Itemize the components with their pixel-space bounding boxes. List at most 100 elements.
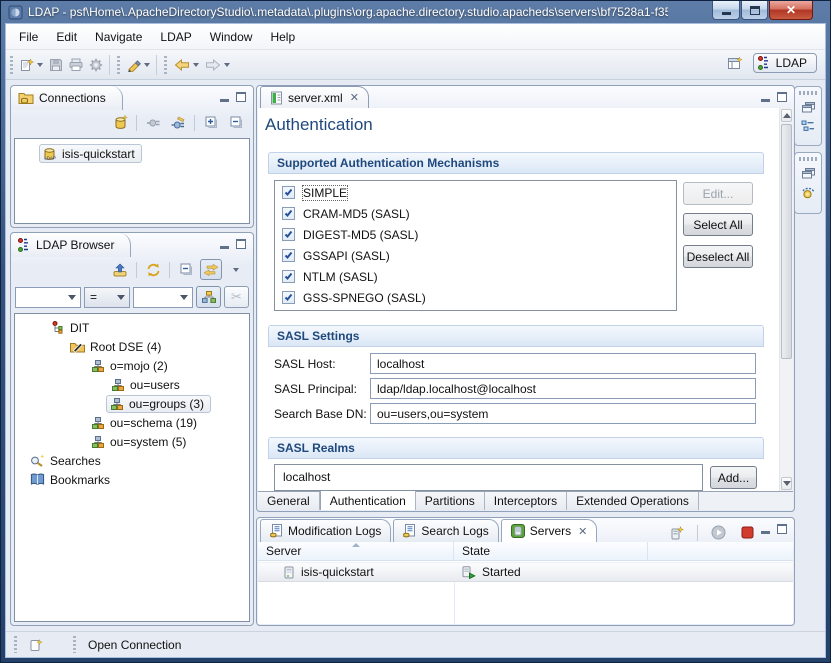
restore-view-button[interactable] — [802, 102, 815, 113]
checkbox-checked[interactable] — [282, 228, 295, 241]
collapse-all-button[interactable] — [225, 112, 247, 133]
collapse-all-button[interactable] — [175, 259, 197, 280]
quick-search-run-button[interactable] — [196, 286, 221, 308]
minimize-view-icon[interactable] — [761, 99, 770, 102]
toolbar-grip[interactable] — [164, 56, 167, 74]
sasl-realms-list[interactable]: localhost — [274, 464, 703, 491]
menu-ldap[interactable]: LDAP — [151, 26, 200, 48]
tab-servers[interactable]: Servers ✕ — [501, 519, 598, 542]
toolbar-grip[interactable] — [117, 56, 120, 74]
tree-item-searches[interactable]: Searches — [15, 451, 249, 470]
title-bar[interactable]: LDAP - psf\Home\.ApacheDirectoryStudio\.… — [1, 1, 830, 23]
mechanism-row[interactable]: NTLM (SASL) — [275, 267, 676, 286]
drag-handle[interactable] — [799, 157, 817, 161]
drag-handle[interactable] — [799, 91, 817, 95]
menu-navigate[interactable]: Navigate — [86, 26, 151, 48]
add-realm-button[interactable]: Add... — [710, 466, 757, 489]
tree-item-o-mojo[interactable]: o=mojo (2) — [15, 356, 249, 375]
server-row[interactable]: isis-quickstart Started — [258, 562, 793, 582]
view-menu-button[interactable] — [225, 259, 247, 280]
expand-all-button[interactable] — [200, 112, 222, 133]
tree-item-ou-schema[interactable]: ou=schema (19) — [15, 413, 249, 432]
connection-item[interactable]: LDAP isis-quickstart — [39, 144, 249, 163]
stop-server-button[interactable] — [736, 522, 758, 543]
status-grip[interactable] — [73, 636, 76, 653]
status-grip[interactable] — [14, 636, 17, 653]
sasl-host-field[interactable] — [370, 353, 756, 374]
mechanisms-section-header[interactable]: Supported Authentication Mechanisms — [268, 152, 764, 174]
up-one-level-button[interactable] — [109, 259, 131, 280]
tab-authentication[interactable]: Authentication — [320, 491, 416, 510]
editor-scrollbar[interactable] — [779, 108, 793, 491]
checkbox-checked[interactable] — [282, 291, 295, 304]
mechanism-row[interactable]: GSSAPI (SASL) — [275, 246, 676, 265]
editor-tab-server-xml[interactable]: server.xml ✕ — [260, 86, 369, 108]
close-button[interactable]: ✕ — [769, 1, 813, 20]
search-base-dn-field[interactable] — [370, 403, 756, 424]
tree-item-ou-groups[interactable]: ou=groups (3) — [15, 394, 249, 413]
sasl-realms-section-header[interactable]: SASL Realms — [268, 437, 764, 459]
minimize-view-icon[interactable] — [220, 99, 229, 102]
run-server-button[interactable] — [707, 522, 729, 543]
ldap-browser-view-tab[interactable]: LDAP Browser — [11, 233, 131, 257]
close-icon[interactable]: ✕ — [578, 525, 587, 538]
tab-modification-logs[interactable]: Modification Logs — [260, 519, 391, 542]
tree-item-dit[interactable]: DIT — [15, 318, 249, 337]
tab-partitions[interactable]: Partitions — [416, 492, 485, 510]
quick-search-value-combo[interactable] — [133, 287, 193, 308]
search-button[interactable] — [124, 56, 153, 74]
fast-view-toggle-button[interactable] — [29, 638, 43, 652]
minimize-view-icon[interactable] — [220, 246, 229, 249]
checkbox-checked[interactable] — [282, 186, 295, 199]
mechanism-row[interactable]: GSS-SPNEGO (SASL) — [275, 288, 676, 307]
progress-view-button[interactable] — [801, 186, 815, 199]
new-connection-button[interactable] — [109, 112, 131, 133]
maximize-button[interactable] — [741, 1, 768, 20]
mechanism-row[interactable]: SIMPLE — [275, 183, 676, 202]
tree-item-root-dse[interactable]: Root DSE (4) — [15, 337, 249, 356]
select-all-button[interactable]: Select All — [683, 213, 753, 236]
menu-window[interactable]: Window — [201, 26, 262, 48]
checkbox-checked[interactable] — [282, 270, 295, 283]
sasl-settings-section-header[interactable]: SASL Settings — [268, 325, 764, 347]
new-server-button[interactable] — [666, 522, 688, 543]
connections-view-tab[interactable]: Connections — [11, 86, 123, 110]
forward-button[interactable] — [202, 57, 233, 73]
properties-button[interactable] — [86, 56, 106, 74]
menu-file[interactable]: File — [10, 26, 47, 48]
open-perspective-button[interactable] — [725, 54, 746, 72]
disconnect-button[interactable] — [167, 112, 189, 133]
sasl-principal-field[interactable] — [370, 378, 756, 399]
edit-button[interactable]: Edit... — [683, 182, 753, 205]
column-header-state[interactable]: State — [454, 542, 648, 560]
ldap-perspective-button[interactable]: LDAP — [753, 53, 817, 73]
new-wizard-button[interactable] — [17, 56, 46, 74]
minimize-view-icon[interactable] — [761, 531, 770, 534]
tab-extended-operations[interactable]: Extended Operations — [567, 492, 699, 510]
maximize-view-icon[interactable] — [236, 239, 246, 249]
tab-search-logs[interactable]: Search Logs — [393, 519, 498, 542]
connect-button[interactable] — [142, 112, 164, 133]
minimize-button[interactable] — [712, 1, 740, 20]
link-with-editor-toggle[interactable] — [200, 259, 222, 280]
toolbar-grip[interactable] — [10, 56, 13, 74]
back-button[interactable] — [171, 57, 202, 73]
restore-view-button[interactable] — [802, 168, 815, 179]
tab-general[interactable]: General — [258, 492, 320, 510]
tree-item-ou-system[interactable]: ou=system (5) — [15, 432, 249, 451]
save-button[interactable] — [46, 56, 66, 74]
quick-search-attribute-combo[interactable] — [15, 287, 81, 308]
checkbox-checked[interactable] — [282, 249, 295, 262]
tab-interceptors[interactable]: Interceptors — [485, 492, 567, 510]
scroll-down-button[interactable] — [781, 477, 792, 490]
tree-item-bookmarks[interactable]: Bookmarks — [15, 470, 249, 489]
mechanism-row[interactable]: CRAM-MD5 (SASL) — [275, 204, 676, 223]
scrollbar-thumb[interactable] — [781, 124, 792, 359]
menu-edit[interactable]: Edit — [47, 26, 86, 48]
quick-search-operator-combo[interactable]: = — [84, 287, 130, 308]
checkbox-checked[interactable] — [282, 207, 295, 220]
close-icon[interactable]: ✕ — [350, 91, 359, 104]
deselect-all-button[interactable]: Deselect All — [683, 245, 753, 268]
scroll-up-button[interactable] — [781, 109, 792, 122]
maximize-view-icon[interactable] — [777, 524, 787, 534]
